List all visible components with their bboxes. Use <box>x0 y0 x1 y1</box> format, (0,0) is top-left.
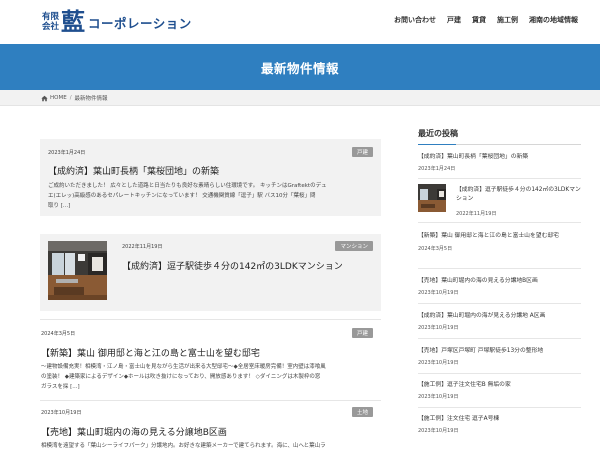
breadcrumb-home-link[interactable]: HOME <box>50 95 67 101</box>
post-date: 2024年3月5日 <box>41 331 76 337</box>
recent-post-item: 【成約済】葉山町長柄「葉桜団地」の新築 2023年1月24日 <box>418 153 581 172</box>
recent-post-link[interactable]: 【成約済】葉山町堀内の海が見える分譲地 A区画 <box>418 312 581 321</box>
recent-post-date: 2023年10月19日 <box>418 428 459 434</box>
apartment-interior-photo <box>48 241 107 300</box>
breadcrumb-bar: HOME / 最新物件情報 <box>0 90 600 106</box>
sidebar-divider <box>418 373 581 374</box>
post-divider <box>40 319 381 320</box>
recent-post-item: 【新築】葉山 御用邸と海と江の島と富士山を望む邸宅 2024年3月5日 <box>418 232 568 252</box>
post-excerpt-line: 相模湾を遠望する「葉山シーライフパーク」分譲地内。お好きな建築メーカーで建てられ… <box>41 443 326 449</box>
page-header-banner: 最新物件情報 <box>0 44 600 90</box>
post-title-link[interactable]: 【売地】葉山町堀内の海の見える分譲地B区画 <box>41 425 227 438</box>
logo-line2: 会社 <box>42 22 60 32</box>
post-category-badge[interactable]: 戸建 <box>351 147 373 157</box>
logo-katakana: コーポレーション <box>88 15 192 31</box>
recent-post-text: 【成約済】逗子駅徒歩４分の142㎡の3LDKマンション 2022年11月19日 <box>456 186 581 217</box>
post-category-badge[interactable]: マンション <box>335 241 373 251</box>
recent-post-date: 2024年3月5日 <box>418 246 453 252</box>
post-excerpt-line: ガラスを採 [...] <box>41 384 80 390</box>
post-excerpt-line: の塗装！ ◆建築家によるデザイン◆ホールは吹き抜けになっており、開放感あります！… <box>41 374 321 380</box>
recent-post-link[interactable]: 【成約済】逗子駅徒歩４分の142㎡の3LDKマンション <box>456 186 581 204</box>
sidebar-divider <box>418 303 581 304</box>
recent-post-date: 2023年10月19日 <box>418 394 459 400</box>
recent-post-link[interactable]: 【成約済】葉山町長柄「葉桜団地」の新築 <box>418 153 581 162</box>
global-nav: お問い合わせ 戸建 賃貸 施工例 湘南の地域情報 <box>383 15 578 25</box>
post-title-link[interactable]: 【新築】葉山 御用邸と海と江の島と富士山を望む邸宅 <box>41 346 260 359</box>
site-header: 有限 会社 藍 コーポレーション お問い合わせ 戸建 賃貸 施工例 湘南の地域情… <box>0 0 600 44</box>
recent-post-link[interactable]: 【売地】戸塚区戸塚町 戸塚駅徒歩13分の整形地 <box>418 347 581 356</box>
recent-post-link[interactable]: 【施工例】注文住宅 逗子A号棟 <box>418 415 581 424</box>
post-thumbnail-image[interactable] <box>48 241 107 300</box>
nav-shonan-area-info[interactable]: 湘南の地域情報 <box>529 15 578 25</box>
sidebar-divider <box>418 222 581 223</box>
sidebar-heading: 最近の投稿 <box>418 128 581 145</box>
post-excerpt: ～建物設備充実！相模湾・江ノ島・富士山を見ながら生活が出来る大型邸宅～◆全居室床… <box>41 362 379 392</box>
breadcrumb-current: 最新物件情報 <box>74 96 108 102</box>
sidebar-divider <box>418 178 581 179</box>
recent-post-item: 【成約済】葉山町堀内の海が見える分譲地 A区画 2023年10月19日 <box>418 312 581 331</box>
nav-detached-house[interactable]: 戸建 <box>447 15 461 25</box>
recent-post-item: 【施工例】逗子注文住宅B 無垢の家 2023年10月19日 <box>418 381 581 400</box>
post-excerpt-line: ～建物設備充実！相模湾・江ノ島・富士山を見ながら生活が出来る大型邸宅～◆全居室床… <box>41 364 326 370</box>
post-excerpt: 相模湾を遠望する「葉山シーライフパーク」分譲地内。お好きな建築メーカーで建てられ… <box>41 441 379 450</box>
post-card: 2023年10月19日 土地 【売地】葉山町堀内の海の見える分譲地B区画 相模湾… <box>40 405 381 450</box>
post-category-badge[interactable]: 土地 <box>351 407 373 417</box>
post-excerpt-line: 取り [...] <box>48 203 71 209</box>
recent-post-date: 2023年10月19日 <box>418 290 459 296</box>
sidebar-divider <box>418 407 581 408</box>
sidebar-divider <box>418 338 581 339</box>
post-date: 2022年11月19日 <box>122 244 163 250</box>
recent-post-item: 【売地】葉山町堀内の海の見える分譲地B区画 2023年10月19日 <box>418 277 581 296</box>
nav-construction-examples[interactable]: 施工例 <box>497 15 518 25</box>
recent-post-item: 【施工例】注文住宅 逗子A号棟 2023年10月19日 <box>418 415 581 434</box>
post-card: 2023年1月24日 戸建 【成約済】葉山町長柄「葉桜団地」の新築 ご成約いただ… <box>40 139 381 216</box>
recent-post-date: 2023年1月24日 <box>418 166 456 172</box>
recent-post-link[interactable]: 【売地】葉山町堀内の海の見える分譲地B区画 <box>418 277 581 286</box>
recent-posts-sidebar: 最近の投稿 【成約済】葉山町長柄「葉桜団地」の新築 2023年1月24日 【成約… <box>418 128 581 434</box>
logo-company-type: 有限 会社 <box>42 12 59 32</box>
recent-post-link[interactable]: 【新築】葉山 御用邸と海と江の島と富士山を望む邸宅 <box>418 232 568 241</box>
post-card: 2024年3月5日 戸建 【新築】葉山 御用邸と海と江の島と富士山を望む邸宅 ～… <box>40 326 381 396</box>
post-excerpt-line: ご成約いただきました！ 広々とした道路と日当たりも良好な素晴らしい住環境です。 … <box>48 183 327 189</box>
page-title: 最新物件情報 <box>260 60 339 76</box>
recent-post-date: 2023年10月19日 <box>418 325 459 331</box>
nav-contact[interactable]: お問い合わせ <box>394 15 436 25</box>
recent-post-link[interactable]: 【施工例】逗子注文住宅B 無垢の家 <box>418 381 581 390</box>
home-icon <box>41 95 48 101</box>
nav-rental[interactable]: 賃貸 <box>472 15 486 25</box>
recent-post-date: 2023年10月19日 <box>418 360 459 366</box>
post-divider <box>40 400 381 401</box>
logo-line1: 有限 <box>42 12 60 22</box>
post-card: 2022年11月19日 マンション 【成約済】逗子駅徒歩４分の142㎡の3LDK… <box>40 234 381 311</box>
breadcrumb-separator: / <box>69 95 72 101</box>
post-title-link[interactable]: 【成約済】葉山町長柄「葉桜団地」の新築 <box>48 164 219 177</box>
post-excerpt-line: エ(エレッ)高級感のあるセパレートキッチンになっています！ 交通機関質線「逗子」… <box>48 193 316 199</box>
post-date: 2023年10月19日 <box>41 410 82 416</box>
post-date: 2023年1月24日 <box>48 150 86 156</box>
recent-post-item: 【売地】戸塚区戸塚町 戸塚駅徒歩13分の整形地 2023年10月19日 <box>418 347 581 366</box>
apartment-interior-photo <box>418 184 446 212</box>
post-title-link[interactable]: 【成約済】逗子駅徒歩４分の142㎡の3LDKマンション <box>122 259 343 272</box>
site-logo[interactable]: 有限 会社 藍 コーポレーション <box>42 7 192 37</box>
sidebar-divider <box>418 268 581 269</box>
post-excerpt: ご成約いただきました！ 広々とした道路と日当たりも良好な素晴らしい住環境です。 … <box>48 181 378 211</box>
post-category-badge[interactable]: 戸建 <box>351 328 373 338</box>
recent-post-thumbnail[interactable] <box>418 184 446 212</box>
recent-post-date: 2022年11月19日 <box>456 211 497 217</box>
logo-kanji: 藍 <box>61 7 86 36</box>
breadcrumb: HOME / 最新物件情報 <box>41 94 108 102</box>
